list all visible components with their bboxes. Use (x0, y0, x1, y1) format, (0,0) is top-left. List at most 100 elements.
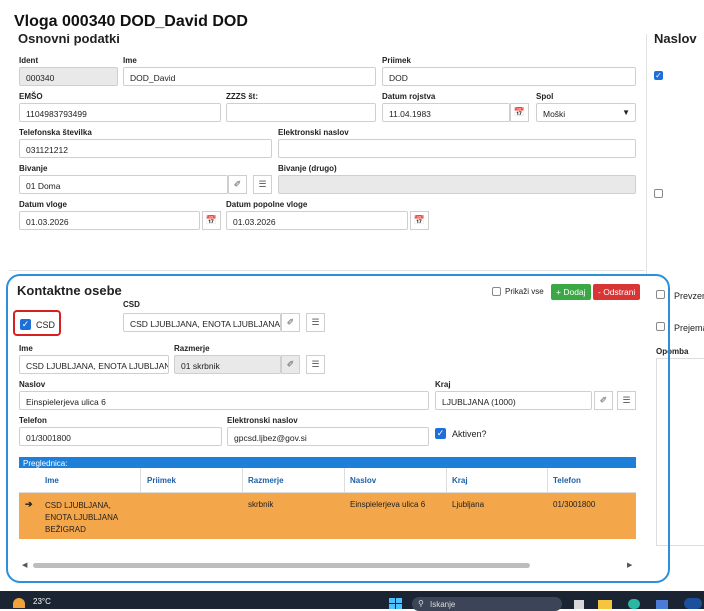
list-icon[interactable]: ☰ (306, 355, 325, 374)
kontakt-email-field[interactable]: gpcsd.ljbez@gov.si (227, 427, 429, 446)
scroll-right-icon[interactable]: ▶ (627, 561, 632, 569)
bivanje-field[interactable]: 01 Doma (19, 175, 228, 194)
hp-icon[interactable] (684, 598, 702, 609)
kontakt-telefon-label: Telefon (19, 416, 47, 425)
edge-icon[interactable] (628, 599, 640, 609)
panel-divider (646, 34, 647, 274)
priimek-label: Priimek (382, 56, 411, 65)
naslov-checkbox[interactable]: ✓ (654, 71, 663, 80)
datum-vloge-field[interactable]: 01.03.2026 (19, 211, 200, 230)
prejema-label: Prejema (674, 323, 704, 333)
datum-rojstva-field[interactable]: 11.04.1983 (382, 103, 510, 122)
kontakt-naslov-field[interactable]: Einspielerjeva ulica 6 (19, 391, 429, 410)
spol-label: Spol (536, 92, 554, 101)
emso-label: EMŠO (19, 92, 43, 101)
csd-checkbox-label: CSD (36, 320, 56, 330)
zzzs-label: ZZZS št: (226, 92, 258, 101)
col-naslov[interactable]: Naslov (350, 476, 376, 485)
section-divider (9, 270, 645, 271)
datum-popolne-label: Datum popolne vloge (226, 200, 308, 209)
datum-rojstva-label: Datum rojstva (382, 92, 436, 101)
telefon-field[interactable]: 031121212 (19, 139, 272, 158)
add-button[interactable]: + Dodaj (551, 284, 591, 300)
col-telefon[interactable]: Telefon (553, 476, 581, 485)
row-kraj: Ljubljana (452, 500, 485, 509)
telefon-label: Telefonska številka (19, 128, 92, 137)
search-icon: ⚲ (418, 599, 424, 608)
eraser-icon[interactable]: ✐ (228, 175, 247, 194)
grid-title: Preglednica: (19, 457, 636, 468)
eraser-icon[interactable]: ✐ (281, 313, 300, 332)
eraser-icon[interactable]: ✐ (594, 391, 613, 410)
col-priimek[interactable]: Priimek (147, 476, 176, 485)
csd-checkbox[interactable]: ✓ (20, 319, 31, 330)
eraser-icon[interactable]: ✐ (281, 355, 300, 374)
prikazi-vse-label: Prikaži vse (505, 287, 544, 296)
page-title: Vloga 000340 DOD_David DOD (14, 13, 248, 30)
kraj-label: Kraj (435, 380, 451, 389)
windows-start-icon[interactable] (389, 598, 402, 609)
panel-checkbox[interactable] (654, 189, 663, 198)
row-naslov: Einspielerjeva ulica 6 (350, 500, 426, 509)
store-icon[interactable] (656, 600, 668, 609)
scroll-left-icon[interactable]: ◀ (22, 561, 27, 569)
kontakt-naslov-label: Naslov (19, 380, 46, 389)
csd-label: CSD (123, 300, 140, 309)
aktiven-checkbox[interactable]: ✓ (435, 428, 446, 439)
list-icon[interactable]: ☰ (617, 391, 636, 410)
razmerje-field[interactable]: 01 skrbnik (174, 355, 281, 374)
task-view-icon[interactable] (574, 600, 584, 609)
calendar-icon[interactable]: 📅 (410, 211, 429, 230)
bivanje-drugo-label: Bivanje (drugo) (278, 164, 337, 173)
col-ime[interactable]: Ime (45, 476, 59, 485)
chevron-down-icon: ▼ (622, 108, 630, 117)
kontakt-ime-field[interactable]: CSD LJUBLJANA, ENOTA LJUBLJANA (19, 355, 169, 374)
kontakt-telefon-field[interactable]: 01/3001800 (19, 427, 222, 446)
kontakt-ime-label: Ime (19, 344, 33, 353)
col-kraj[interactable]: Kraj (452, 476, 468, 485)
osnovni-section: Osnovni podatki Ident 000340 Ime DOD_Dav… (0, 34, 648, 272)
bivanje-drugo-field[interactable] (278, 175, 636, 194)
kraj-field[interactable]: LJUBLJANA (1000) (435, 391, 592, 410)
horizontal-scrollbar-thumb[interactable] (33, 563, 530, 568)
osnovni-heading: Osnovni podatki (18, 34, 120, 46)
email-label: Elektronski naslov (278, 128, 349, 137)
ime-field[interactable]: DOD_David (123, 67, 376, 86)
spol-select[interactable]: Moški ▼ (536, 103, 636, 122)
list-icon[interactable]: ☰ (306, 313, 325, 332)
row-pointer-icon: ➔ (25, 499, 33, 509)
naslov-panel-heading: Naslov (654, 31, 697, 46)
emso-field[interactable]: 1104983793499 (19, 103, 221, 122)
zzzs-field[interactable] (226, 103, 376, 122)
aktiven-label: Aktiven? (452, 429, 487, 439)
row-ime: CSD LJUBLJANA, ENOTA LJUBLJANA BEŽIGRAD (45, 501, 118, 534)
prikazi-vse-checkbox[interactable] (492, 287, 501, 296)
csd-field[interactable]: CSD LJUBLJANA, ENOTA LJUBLJANA B (123, 313, 281, 332)
prevzem-label: Prevzem (674, 291, 704, 301)
calendar-icon[interactable]: 📅 (202, 211, 221, 230)
list-icon[interactable]: ☰ (253, 175, 272, 194)
temperature: 23°C (33, 597, 51, 606)
file-explorer-icon[interactable] (598, 600, 612, 609)
col-razmerje[interactable]: Razmerje (248, 476, 284, 485)
taskbar-search-text: Iskanje (430, 600, 456, 609)
grid-title-text: Preglednica: (23, 459, 68, 468)
row-razmerje: skrbnik (248, 500, 274, 509)
ident-label: Ident (19, 56, 39, 65)
email-field[interactable] (278, 139, 636, 158)
row-telefon: 01/3001800 (553, 500, 596, 509)
ime-label: Ime (123, 56, 137, 65)
kontakt-email-label: Elektronski naslov (227, 416, 298, 425)
kontaktne-heading: Kontaktne osebe (17, 283, 122, 298)
weather-icon[interactable] (13, 598, 25, 608)
calendar-icon[interactable]: 📅 (510, 103, 529, 122)
remove-button[interactable]: - Odstrani (593, 284, 641, 300)
spol-value: Moški (543, 109, 566, 119)
grid-header-row (19, 468, 636, 493)
datum-popolne-field[interactable]: 01.03.2026 (226, 211, 408, 230)
datum-vloge-label: Datum vloge (19, 200, 68, 209)
priimek-field[interactable]: DOD (382, 67, 636, 86)
bivanje-label: Bivanje (19, 164, 48, 173)
ident-field[interactable]: 000340 (19, 67, 118, 86)
razmerje-label: Razmerje (174, 344, 210, 353)
